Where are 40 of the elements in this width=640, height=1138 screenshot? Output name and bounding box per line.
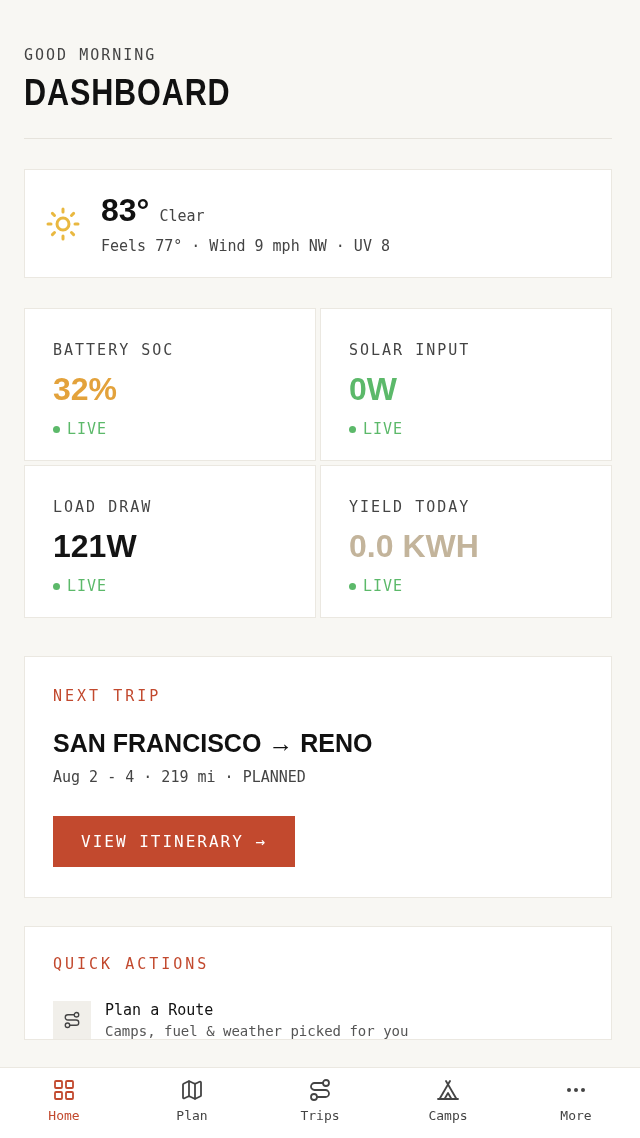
temperature: 83° xyxy=(101,192,150,229)
nav-tab[interactable]: Camps xyxy=(384,1068,512,1138)
metric-label: YIELD TODAY xyxy=(349,498,472,516)
nav-tab[interactable]: Plan xyxy=(128,1068,256,1138)
metric-value: 0W xyxy=(349,371,398,408)
metric-label: LOAD DRAW xyxy=(53,498,154,516)
metric-value: 0.0 KWH xyxy=(349,528,480,565)
tent-icon xyxy=(436,1078,460,1102)
section-heading: NEXT TRIP xyxy=(53,687,163,705)
status-text: LIVE xyxy=(363,420,404,438)
metric-value: 121W xyxy=(53,528,138,565)
status-text: LIVE xyxy=(67,420,108,438)
status-text: LIVE xyxy=(67,577,108,595)
metric-label: SOLAR INPUT xyxy=(349,341,472,359)
action-subtitle: Camps, fuel & weather picked for you xyxy=(105,1023,409,1039)
nav-tab[interactable]: More xyxy=(512,1068,640,1138)
weather-details: Feels 77° · Wind 9 mph NW · UV 8 xyxy=(101,237,390,255)
map-icon xyxy=(180,1078,204,1102)
trip-route: SAN FRANCISCO → RENO xyxy=(53,729,374,758)
more-icon xyxy=(567,1088,585,1092)
metric-label: BATTERY SOC xyxy=(53,341,176,359)
status-dot xyxy=(349,425,356,433)
page-title: DASHBOARD xyxy=(24,72,232,114)
nav-tab[interactable]: Home xyxy=(0,1068,128,1138)
view-itinerary-button[interactable]: VIEW ITINERARY → xyxy=(53,816,296,867)
status-text: LIVE xyxy=(363,577,404,595)
nav-tab[interactable]: Trips xyxy=(256,1068,384,1138)
sun-icon xyxy=(45,205,81,242)
route-icon xyxy=(308,1078,332,1102)
status-dot xyxy=(349,582,356,590)
status-dot xyxy=(53,425,60,433)
route-icon[interactable] xyxy=(53,1001,91,1039)
grid-icon xyxy=(52,1078,76,1102)
trip-details: Aug 2 - 4 · 219 mi · PLANNED xyxy=(53,768,307,786)
greeting: GOOD MORNING xyxy=(24,46,158,64)
action-title[interactable]: Plan a Route xyxy=(105,1001,409,1019)
status-dot xyxy=(53,582,60,590)
metric-value: 32% xyxy=(53,371,119,408)
section-heading: QUICK ACTIONS xyxy=(53,955,211,973)
weather-condition: Clear xyxy=(159,207,205,225)
